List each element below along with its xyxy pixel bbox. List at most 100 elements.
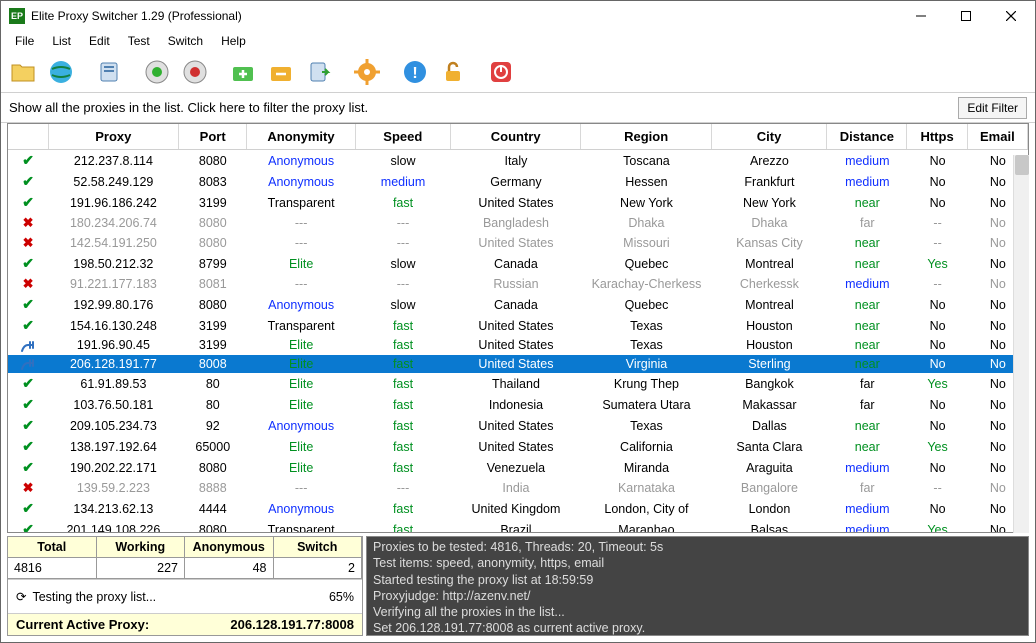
remove-button[interactable]: [265, 56, 297, 88]
table-row[interactable]: ✔201.149.108.2268080TransparentfastBrazi…: [8, 519, 1028, 533]
stats-header-switch: Switch: [273, 536, 363, 558]
check-icon: ✔: [22, 396, 34, 412]
window-title: Elite Proxy Switcher 1.29 (Professional): [31, 9, 898, 23]
table-row[interactable]: ✔198.50.212.328799EliteslowCanadaQuebecM…: [8, 253, 1028, 274]
menu-help[interactable]: Help: [213, 32, 254, 50]
table-row[interactable]: ✔134.213.62.134444AnonymousfastUnited Ki…: [8, 498, 1028, 519]
svg-text:!: !: [412, 65, 417, 82]
col-country[interactable]: Country: [450, 124, 580, 150]
server-button[interactable]: [93, 56, 125, 88]
table-row[interactable]: ✔103.76.50.18180ElitefastIndonesiaSumate…: [8, 394, 1028, 415]
toolbar: !: [1, 51, 1035, 93]
table-row[interactable]: ✖139.59.2.2238888------IndiaKarnatakaBan…: [8, 478, 1028, 498]
log-panel[interactable]: Proxies to be tested: 4816, Threads: 20,…: [366, 536, 1029, 636]
menu-edit[interactable]: Edit: [81, 32, 118, 50]
log-line: Proxies to be tested: 4816, Threads: 20,…: [373, 539, 1022, 555]
open-folder-button[interactable]: [7, 56, 39, 88]
settings-button[interactable]: [351, 56, 383, 88]
check-icon: ✔: [22, 255, 34, 271]
table-row[interactable]: ✔138.197.192.6465000ElitefastUnited Stat…: [8, 436, 1028, 457]
cross-icon: ✖: [23, 215, 34, 230]
check-icon: ✔: [22, 152, 34, 168]
col-city[interactable]: City: [711, 124, 826, 150]
table-row[interactable]: 206.128.191.778008ElitefastUnited States…: [8, 355, 1028, 374]
menu-test[interactable]: Test: [120, 32, 158, 50]
stats-working: 227: [96, 557, 186, 579]
col-proxy[interactable]: Proxy: [48, 124, 178, 150]
menu-file[interactable]: File: [7, 32, 42, 50]
cross-icon: ✖: [23, 276, 34, 291]
table-row[interactable]: ✖91.221.177.1838081------RussianKarachay…: [8, 274, 1028, 294]
app-icon: EP: [9, 8, 25, 24]
check-icon: ✔: [22, 417, 34, 433]
col-status[interactable]: [8, 124, 48, 150]
table-row[interactable]: ✖142.54.191.2508080------United StatesMi…: [8, 233, 1028, 253]
check-icon: ✔: [22, 317, 34, 333]
table-row[interactable]: ✔192.99.80.1768080AnonymousslowCanadaQue…: [8, 294, 1028, 315]
add-button[interactable]: [227, 56, 259, 88]
log-line: Started testing the proxy list at 18:59:…: [373, 572, 1022, 588]
plug-icon: [20, 338, 36, 353]
table-row[interactable]: ✔190.202.22.1718080ElitefastVenezuelaMir…: [8, 457, 1028, 478]
check-icon: ✔: [22, 438, 34, 454]
globe-button[interactable]: [45, 56, 77, 88]
info-button[interactable]: !: [399, 56, 431, 88]
table-row[interactable]: ✔154.16.130.2483199TransparentfastUnited…: [8, 315, 1028, 336]
table-row[interactable]: ✔61.91.89.5380ElitefastThailandKrung The…: [8, 373, 1028, 394]
proxy-table: Proxy Port Anonymity Speed Country Regio…: [7, 123, 1029, 533]
col-email[interactable]: Email: [967, 124, 1027, 150]
col-region[interactable]: Region: [581, 124, 711, 150]
filter-text[interactable]: Show all the proxies in the list. Click …: [9, 100, 958, 115]
table-row[interactable]: ✔52.58.249.1298083AnonymousmediumGermany…: [8, 171, 1028, 192]
cross-icon: ✖: [23, 480, 34, 495]
table-row[interactable]: 191.96.90.453199ElitefastUnited StatesTe…: [8, 336, 1028, 355]
cross-icon: ✖: [23, 235, 34, 250]
table-row[interactable]: ✔209.105.234.7392AnonymousfastUnited Sta…: [8, 415, 1028, 436]
lock-button[interactable]: [437, 56, 469, 88]
table-row[interactable]: ✖180.234.206.748080------BangladeshDhaka…: [8, 213, 1028, 233]
check-icon: ✔: [22, 296, 34, 312]
stats-panel: Total Working Anonymous Switch 4816 227 …: [7, 536, 363, 636]
menu-list[interactable]: List: [44, 32, 79, 50]
table-row[interactable]: ✔212.237.8.1148080AnonymousslowItalyTosc…: [8, 150, 1028, 171]
menubar: File List Edit Test Switch Help: [1, 31, 1035, 51]
power-button[interactable]: [485, 56, 517, 88]
log-line: Set 206.128.191.77:8008 as current activ…: [373, 620, 1022, 636]
log-line: Verifying all the proxies in the list...: [373, 604, 1022, 620]
titlebar: EP Elite Proxy Switcher 1.29 (Profession…: [1, 1, 1035, 31]
test-stop-button[interactable]: [179, 56, 211, 88]
stats-header-total: Total: [7, 536, 97, 558]
scrollbar[interactable]: [1013, 155, 1029, 533]
testing-label: Testing the proxy list...: [32, 590, 156, 604]
col-anonymity[interactable]: Anonymity: [247, 124, 355, 150]
filter-bar: Show all the proxies in the list. Click …: [1, 93, 1035, 123]
testing-percent: 65%: [329, 590, 354, 604]
col-speed[interactable]: Speed: [355, 124, 450, 150]
current-proxy-value: 206.128.191.77:8008: [230, 617, 354, 632]
maximize-button[interactable]: [943, 2, 988, 30]
menu-switch[interactable]: Switch: [160, 32, 211, 50]
col-distance[interactable]: Distance: [827, 124, 907, 150]
log-line: Test items: speed, anonymity, https, ema…: [373, 555, 1022, 571]
table-row[interactable]: ✔191.96.186.2423199TransparentfastUnited…: [8, 192, 1028, 213]
testing-status: ⟳ Testing the proxy list... 65%: [8, 579, 362, 613]
stats-switch: 2: [273, 557, 363, 579]
test-start-button[interactable]: [141, 56, 173, 88]
col-port[interactable]: Port: [179, 124, 247, 150]
stats-header-working: Working: [96, 536, 186, 558]
check-icon: ✔: [22, 459, 34, 475]
close-button[interactable]: [988, 2, 1033, 30]
current-proxy-label: Current Active Proxy:: [16, 617, 149, 632]
stats-total: 4816: [7, 557, 97, 579]
edit-filter-button[interactable]: Edit Filter: [958, 97, 1027, 119]
plug-icon: [20, 357, 36, 372]
check-icon: ✔: [22, 521, 34, 533]
stats-header-anonymous: Anonymous: [184, 536, 274, 558]
col-https[interactable]: Https: [907, 124, 967, 150]
bottom-panel: Total Working Anonymous Switch 4816 227 …: [7, 536, 1029, 636]
log-line: Proxyjudge: http://azenv.net/: [373, 588, 1022, 604]
minimize-button[interactable]: [898, 2, 943, 30]
table-body: ✔212.237.8.1148080AnonymousslowItalyTosc…: [8, 150, 1028, 533]
export-button[interactable]: [303, 56, 335, 88]
scrollbar-thumb[interactable]: [1015, 155, 1029, 175]
